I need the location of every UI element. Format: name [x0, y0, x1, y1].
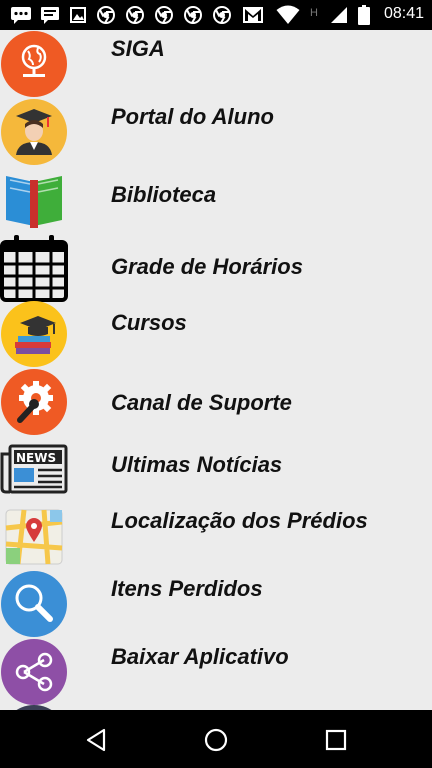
menu-item-portal-do-aluno[interactable]: Portal do Aluno: [0, 98, 432, 166]
image-icon: [70, 4, 86, 26]
menu-item-grade-de-horarios[interactable]: Grade de Horários: [0, 234, 432, 302]
chat-icon: [40, 4, 60, 26]
svg-text:NEWS: NEWS: [16, 451, 56, 465]
wifi-icon: [276, 4, 300, 26]
menu-item-baixar-aplicativo[interactable]: Baixar Aplicativo: [0, 638, 432, 706]
signal-icon: [330, 4, 348, 26]
main-menu: SIGA Portal do Aluno Biblioteca Grade de…: [0, 30, 432, 710]
battery-icon: [358, 4, 370, 26]
menu-item-label: Biblioteca: [111, 182, 217, 207]
chrome-icon: [154, 4, 174, 26]
menu-item-label: Portal do Aluno: [111, 104, 274, 129]
globe-computer-icon: [0, 30, 68, 98]
newspaper-icon: NEWS: [0, 436, 68, 504]
menu-item-label: Localização dos Prédios: [111, 508, 368, 533]
menu-item-label: Baixar Aplicativo: [111, 644, 289, 669]
share-icon: [0, 638, 68, 706]
menu-item-itens-perdidos[interactable]: Itens Perdidos: [0, 570, 432, 638]
clock: 08:41: [383, 5, 424, 22]
home-icon[interactable]: [202, 726, 230, 754]
graduate-student-icon: [0, 98, 68, 166]
menu-item-label: Canal de Suporte: [111, 390, 292, 415]
chrome-icon: [212, 4, 232, 26]
menu-item-biblioteca[interactable]: Biblioteca: [0, 166, 432, 234]
menu-item-label: Ultimas Notícias: [111, 452, 283, 477]
menu-item-localizacao-dos-predios[interactable]: Localização dos Prédios: [0, 504, 432, 572]
chrome-icon: [96, 4, 116, 26]
menu-item-cursos[interactable]: Cursos: [0, 300, 432, 368]
books-graduation-cap-icon: [0, 300, 68, 368]
chrome-icon: [183, 4, 203, 26]
map-pin-icon: [0, 504, 68, 572]
menu-item-siga[interactable]: SIGA: [0, 30, 432, 98]
book-icon: [0, 166, 68, 234]
network-h-icon: H: [310, 7, 318, 19]
menu-item-label: SIGA: [111, 36, 165, 61]
navigation-bar: [0, 710, 432, 768]
magnifier-icon: [0, 570, 68, 638]
calendar-icon: [0, 234, 68, 302]
menu-item-ultimas-noticias[interactable]: NEWS Ultimas Notícias: [0, 436, 432, 504]
message-icon: [10, 4, 32, 26]
gmail-icon: [242, 4, 264, 26]
menu-item-label: Itens Perdidos: [111, 576, 263, 601]
menu-item-label: Cursos: [111, 310, 187, 335]
recent-apps-icon[interactable]: [322, 726, 350, 754]
chrome-icon: [125, 4, 145, 26]
menu-item-canal-de-suporte[interactable]: Canal de Suporte: [0, 368, 432, 436]
back-icon[interactable]: [82, 726, 110, 754]
status-bar: H 08:41: [0, 0, 432, 30]
gear-wrench-icon: [0, 368, 68, 436]
menu-item-label: Grade de Horários: [111, 254, 303, 279]
